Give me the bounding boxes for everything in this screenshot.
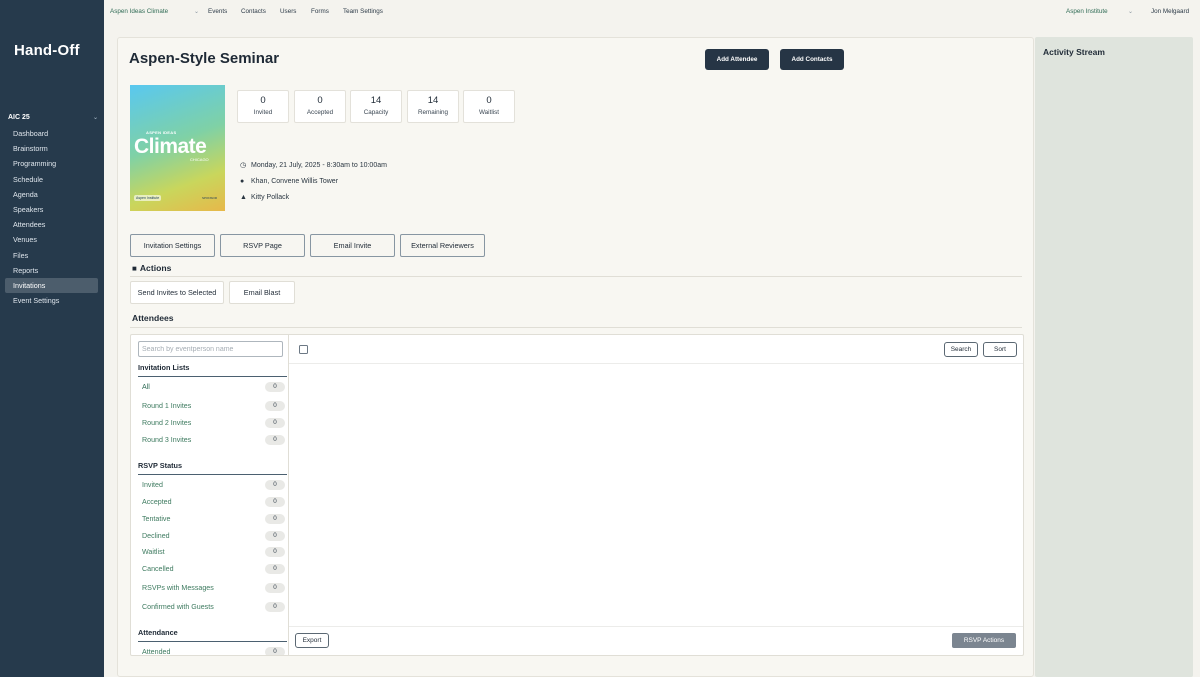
sidebar-item-speakers[interactable]: Speakers [5,202,98,217]
top-nav-forms[interactable]: Forms [311,8,329,15]
select-all-checkbox[interactable] [299,345,308,354]
add-contacts-button[interactable]: Add Contacts [780,49,844,70]
person-icon: ▲ [240,194,247,201]
chevron-down-icon[interactable]: ⌄ [194,8,199,15]
sidebar-item-programming[interactable]: Programming [5,156,98,171]
stat-capacity: 14 Capacity [350,90,402,123]
sidebar-item-venues[interactable]: Venues [5,232,98,247]
list-item-round-2[interactable]: Round 2 Invites 0 [142,417,285,429]
attendee-list-pane: Search Sort Export RSVP Actions [289,335,1023,655]
rsvp-item-waitlist[interactable]: Waitlist 0 [142,546,285,558]
rsvp-item-invited[interactable]: Invited 0 [142,479,285,491]
lock-icon: ■ [132,263,137,273]
location-pin-icon: ● [240,178,245,185]
sidebar-item-schedule[interactable]: Schedule [5,172,98,187]
list-item-round-1[interactable]: Round 1 Invites 0 [142,400,285,412]
count-badge: 0 [265,531,285,541]
rsvp-item-cancelled[interactable]: Cancelled 0 [142,563,285,575]
rsvp-item-guests[interactable]: Confirmed with Guests 0 [142,601,285,613]
account-select[interactable]: Aspen Institute [1066,8,1108,15]
attendees-panel: Invitation Lists All 0 Round 1 Invites 0… [130,334,1024,656]
top-nav-events[interactable]: Events [208,8,227,15]
count-badge: 0 [265,497,285,507]
count-badge: 0 [265,401,285,411]
clock-icon: ◷ [240,162,247,169]
count-badge: 0 [265,564,285,574]
stat-accepted: 0 Accepted [294,90,346,123]
top-bar: Aspen Ideas Climate ⌄ Events Contacts Us… [104,0,1200,24]
sidebar: Hand-Off AIC 25 ⌄ Dashboard Brainstorm P… [0,0,104,677]
sidebar-item-files[interactable]: Files [5,248,98,263]
sort-button[interactable]: Sort [983,342,1017,357]
org-select[interactable]: Aspen Ideas Climate [110,8,168,15]
count-badge: 0 [265,480,285,490]
divider [130,327,1022,328]
event-location: ● Khan, Convene Willis Tower [240,178,339,185]
filter-column: Invitation Lists All 0 Round 1 Invites 0… [131,335,289,655]
count-badge: 0 [265,547,285,557]
rsvp-item-declined[interactable]: Declined 0 [142,530,285,542]
list-item-all[interactable]: All 0 [142,381,285,393]
attendance-item-attended[interactable]: Attended 0 [142,646,285,655]
rsvp-item-accepted[interactable]: Accepted 0 [142,496,285,508]
chevron-down-icon[interactable]: ⌄ [1128,8,1133,15]
count-badge: 0 [265,418,285,428]
sidebar-item-attendees[interactable]: Attendees [5,217,98,232]
invitation-lists-heading: Invitation Lists [138,363,287,377]
rsvp-item-messages[interactable]: RSVPs with Messages 0 [142,582,285,594]
count-badge: 0 [265,602,285,612]
divider [289,626,1023,627]
top-nav-users[interactable]: Users [280,8,296,15]
sidebar-item-agenda[interactable]: Agenda [5,187,98,202]
sidebar-item-invitations[interactable]: Invitations [5,277,98,294]
send-invites-button[interactable]: Send Invites to Selected [130,281,224,304]
event-selector[interactable]: AIC 25 ⌄ [8,114,98,121]
tab-email-invite[interactable]: Email Invite [310,234,395,257]
export-button[interactable]: Export [295,633,329,648]
count-badge: 0 [265,382,285,392]
count-badge: 0 [265,583,285,593]
sidebar-item-dashboard[interactable]: Dashboard [5,126,98,141]
sidebar-item-reports[interactable]: Reports [5,263,98,278]
event-name: AIC 25 [8,114,30,121]
sidebar-nav: Dashboard Brainstorm Programming Schedul… [5,126,98,308]
sidebar-item-brainstorm[interactable]: Brainstorm [5,141,98,156]
stat-waitlist: 0 Waitlist [463,90,515,123]
actions-heading: ■ Actions [132,263,172,273]
app-logo[interactable]: Hand-Off [14,42,80,59]
sidebar-item-event-settings[interactable]: Event Settings [5,293,98,308]
rsvp-item-tentative[interactable]: Tentative 0 [142,513,285,525]
main-panel: Aspen-Style Seminar Add Attendee Add Con… [117,37,1034,677]
list-item-round-3[interactable]: Round 3 Invites 0 [142,434,285,446]
count-badge: 0 [265,514,285,524]
top-nav-team-settings[interactable]: Team Settings [343,8,383,15]
activity-stream-heading: Activity Stream [1043,47,1105,57]
event-datetime: ◷ Monday, 21 July, 2025 - 8:30am to 10:0… [240,161,387,170]
rsvp-actions-button[interactable]: RSVP Actions [952,633,1016,648]
event-poster: ASPEN IDEAS Climate CHICAGO Aspen Instit… [130,85,225,211]
tab-external-reviewers[interactable]: External Reviewers [400,234,485,257]
email-blast-button[interactable]: Email Blast [229,281,295,304]
add-attendee-button[interactable]: Add Attendee [705,49,769,70]
rsvp-status-heading: RSVP Status [138,461,287,475]
activity-stream-panel: Activity Stream [1035,37,1193,677]
divider [130,276,1022,277]
count-badge: 0 [265,647,285,655]
attendees-heading: Attendees [132,313,174,323]
attendee-search-input[interactable] [138,341,283,357]
tab-rsvp-page[interactable]: RSVP Page [220,234,305,257]
search-button[interactable]: Search [944,342,978,357]
page-title: Aspen-Style Seminar [129,50,280,67]
stat-remaining: 14 Remaining [407,90,459,123]
count-badge: 0 [265,435,285,445]
tab-invitation-settings[interactable]: Invitation Settings [130,234,215,257]
chevron-down-icon: ⌄ [92,115,98,121]
attendance-heading: Attendance [138,628,287,642]
user-menu[interactable]: Jon Melgaard [1151,8,1189,15]
top-nav-contacts[interactable]: Contacts [241,8,266,15]
event-person: ▲ Kitty Pollack [240,194,290,201]
divider [289,363,1023,364]
stat-invited: 0 Invited [237,90,289,123]
